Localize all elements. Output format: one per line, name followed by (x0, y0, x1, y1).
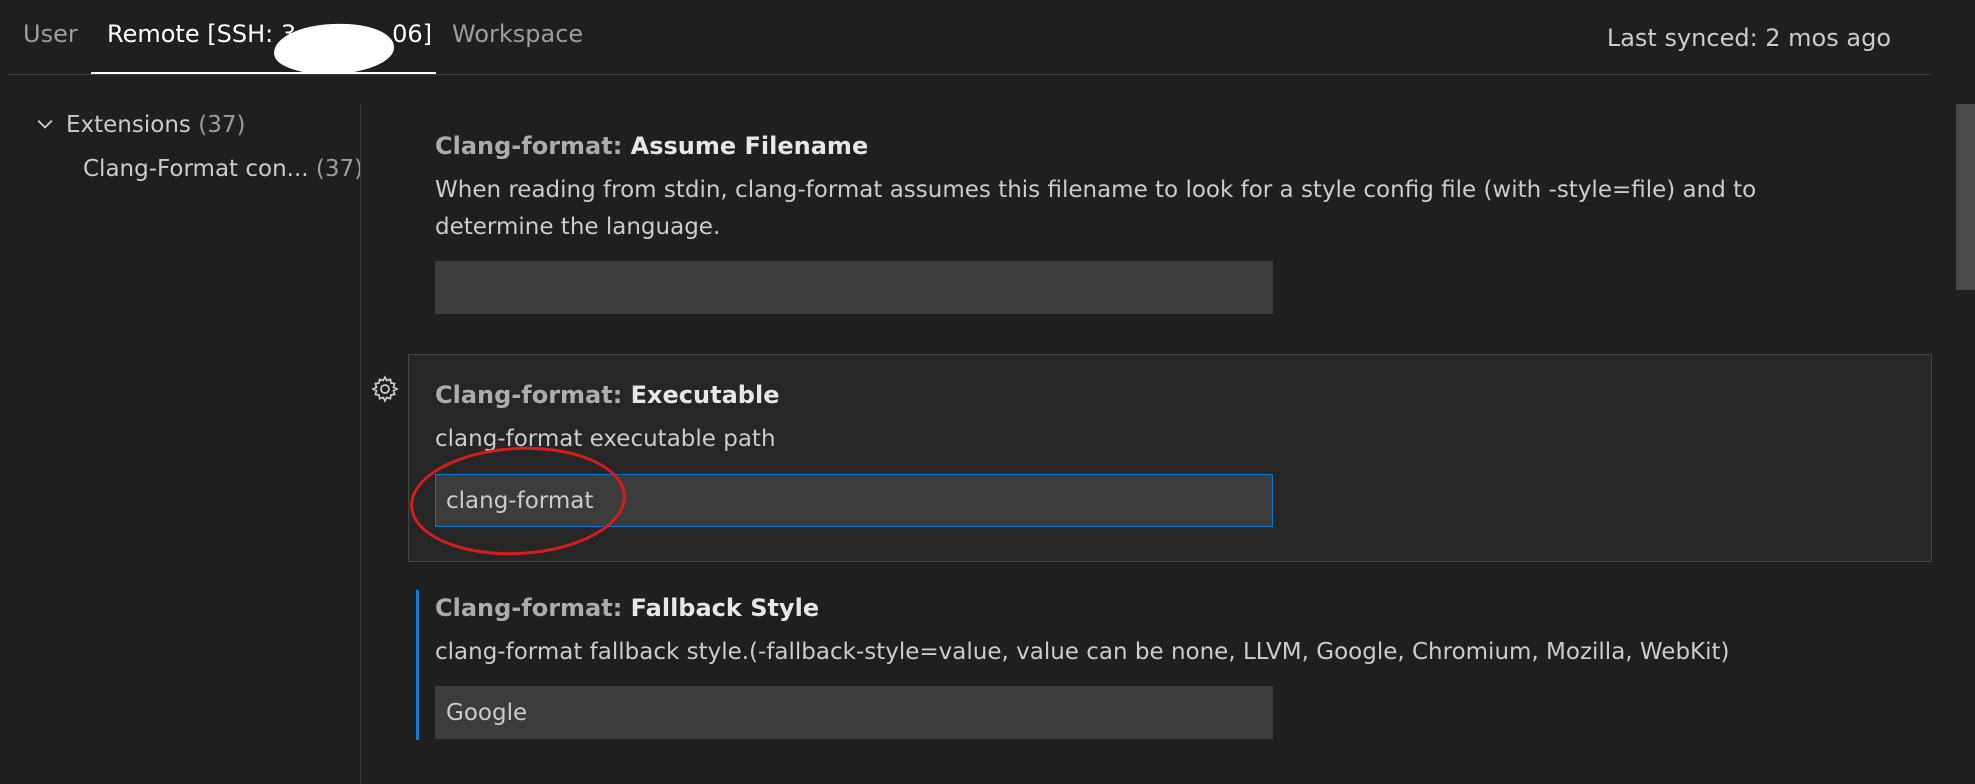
executable-input[interactable] (435, 474, 1273, 527)
tab-remote-label-suffix: 06] (392, 20, 432, 48)
tab-user[interactable]: User (23, 20, 78, 48)
toc-item-label: Clang-Format con... (83, 156, 309, 182)
settings-toc: Extensions (37) Clang-Format con... (37) (0, 100, 363, 784)
toc-group-count: (37) (198, 112, 246, 138)
setting-category: Clang-format: (435, 381, 631, 409)
setting-title: Clang-format: Fallback Style (435, 594, 819, 622)
setting-executable: Clang-format: Executable clang-format ex… (362, 354, 1932, 562)
setting-description: clang-format fallback style.(-fallback-s… (435, 639, 1730, 665)
setting-fallback-style: Clang-format: Fallback Style clang-forma… (362, 590, 1932, 784)
setting-description: clang-format executable path (435, 426, 776, 452)
setting-name: Fallback Style (630, 594, 820, 622)
toc-sash[interactable] (360, 104, 361, 784)
gear-icon[interactable] (370, 374, 400, 404)
tabbar-divider (8, 74, 1931, 75)
last-synced-status: Last synced: 2 mos ago (1606, 24, 1891, 52)
toc-group-label: Extensions (66, 112, 191, 138)
setting-title: Clang-format: Executable (435, 381, 779, 409)
setting-name: Assume Filename (630, 132, 869, 160)
settings-editor: User Remote [SSH: 3 06] Workspace Last sy… (0, 0, 1975, 784)
setting-assume-filename: Clang-format: Assume Filename When readi… (362, 100, 1932, 340)
tab-workspace[interactable]: Workspace (452, 20, 583, 48)
setting-name: Executable (630, 381, 780, 409)
settings-scope-tabbar: User Remote [SSH: 3 06] Workspace Last sy… (0, 0, 1935, 77)
settings-list: Clang-format: Assume Filename When readi… (362, 100, 1932, 784)
fallback-style-input[interactable] (435, 686, 1273, 739)
setting-title: Clang-format: Assume Filename (435, 132, 868, 160)
setting-category: Clang-format: (435, 132, 631, 160)
setting-description: When reading from stdin, clang-format as… (435, 177, 1757, 240)
scrollbar-thumb[interactable] (1956, 104, 1975, 290)
toc-item-count: (37) (315, 156, 364, 182)
chevron-down-icon (37, 119, 53, 129)
vertical-scrollbar[interactable] (1950, 74, 1975, 784)
toc-item-clang-format[interactable]: Clang-Format con... (37) (83, 156, 363, 182)
modified-indicator (416, 590, 419, 740)
setting-category: Clang-format: (435, 594, 631, 622)
assume-filename-input[interactable] (435, 261, 1273, 314)
toc-group-extensions[interactable]: Extensions (37) (34, 112, 245, 138)
tab-remote-label: Remote [SSH: 3 (107, 20, 297, 48)
